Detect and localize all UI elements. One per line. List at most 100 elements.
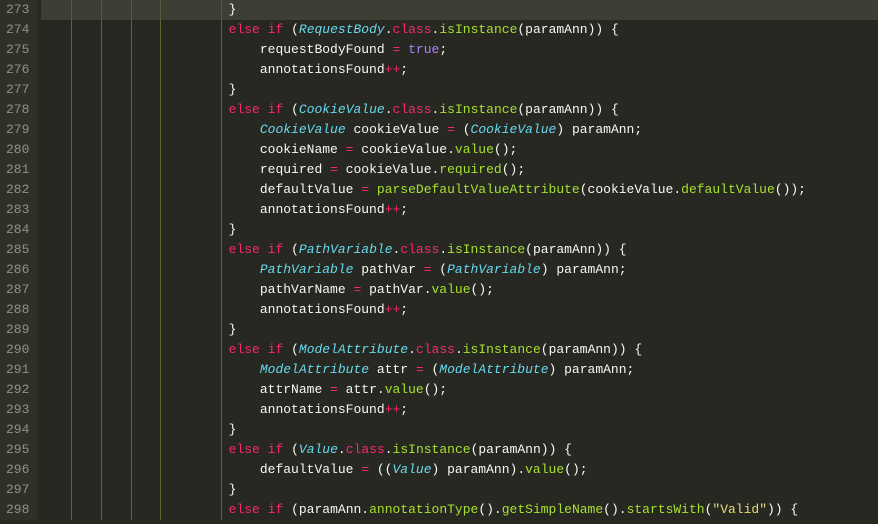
token: defaultValue [260, 462, 361, 477]
token: else [229, 242, 260, 257]
code-line[interactable]: } [41, 420, 878, 440]
code-line[interactable]: } [41, 220, 878, 240]
code-line[interactable]: cookieName = cookieValue.value(); [41, 140, 878, 160]
token: )) { [767, 502, 798, 517]
token: class [393, 22, 432, 37]
line-number: 285 [6, 240, 29, 260]
token: . [385, 442, 393, 457]
token: annotationsFound [260, 402, 385, 417]
line-number: 284 [6, 220, 29, 240]
token: ; [400, 62, 408, 77]
code-area[interactable]: } else if (RequestBody.class.isInstance(… [37, 0, 878, 520]
token: startsWith [627, 502, 705, 517]
token: (). [478, 502, 501, 517]
line-number: 291 [6, 360, 29, 380]
token: } [229, 82, 237, 97]
code-line[interactable]: annotationsFound++; [41, 300, 878, 320]
code-line[interactable]: requestBodyFound = true; [41, 40, 878, 60]
token: RequestBody [299, 22, 385, 37]
token: (); [502, 162, 525, 177]
token: class [393, 102, 432, 117]
token: = [330, 382, 338, 397]
code-line[interactable]: pathVarName = pathVar.value(); [41, 280, 878, 300]
code-line[interactable]: } [41, 0, 878, 20]
token: true [408, 42, 439, 57]
line-number: 286 [6, 260, 29, 280]
token [260, 22, 268, 37]
code-line[interactable]: else if (CookieValue.class.isInstance(pa… [41, 100, 878, 120]
code-line[interactable]: defaultValue = parseDefaultValueAttribut… [41, 180, 878, 200]
line-number: 274 [6, 20, 29, 40]
code-line[interactable]: } [41, 480, 878, 500]
line-number: 287 [6, 280, 29, 300]
token: (); [564, 462, 587, 477]
token: ++ [385, 62, 401, 77]
line-number: 288 [6, 300, 29, 320]
line-number: 277 [6, 80, 29, 100]
token: ) paramAnn; [556, 122, 642, 137]
line-number: 276 [6, 60, 29, 80]
code-line[interactable]: else if (PathVariable.class.isInstance(p… [41, 240, 878, 260]
token: Value [392, 462, 431, 477]
token: value [525, 462, 564, 477]
line-number: 275 [6, 40, 29, 60]
token: annotationType [369, 502, 478, 517]
token: ) paramAnn; [549, 362, 635, 377]
code-line[interactable]: required = cookieValue.required(); [41, 160, 878, 180]
token: (paramAnn)) { [517, 102, 618, 117]
token: ; [400, 302, 408, 317]
line-number: 290 [6, 340, 29, 360]
token: isInstance [439, 102, 517, 117]
line-number: 282 [6, 180, 29, 200]
line-number: 279 [6, 120, 29, 140]
token: pathVar. [361, 282, 431, 297]
token: required [439, 162, 501, 177]
code-editor[interactable]: 2732742752762772782792802812822832842852… [0, 0, 878, 520]
token: "Valid" [712, 502, 767, 517]
token: (paramAnn)) { [471, 442, 572, 457]
code-line[interactable]: attrName = attr.value(); [41, 380, 878, 400]
token [260, 502, 268, 517]
token: ++ [385, 302, 401, 317]
token: CookieValue [299, 102, 385, 117]
token: ModelAttribute [299, 342, 408, 357]
token: if [268, 442, 284, 457]
line-number: 292 [6, 380, 29, 400]
line-number: 295 [6, 440, 29, 460]
line-number: 294 [6, 420, 29, 440]
token: else [229, 22, 260, 37]
code-line[interactable]: } [41, 80, 878, 100]
token: ) paramAnn). [432, 462, 526, 477]
token: else [229, 502, 260, 517]
token: attr. [338, 382, 385, 397]
token: } [229, 422, 237, 437]
token: annotationsFound [260, 202, 385, 217]
token: = [361, 462, 369, 477]
code-line[interactable]: CookieValue cookieValue = (CookieValue) … [41, 120, 878, 140]
code-line[interactable]: annotationsFound++; [41, 60, 878, 80]
token: else [229, 102, 260, 117]
code-line[interactable]: else if (RequestBody.class.isInstance(pa… [41, 20, 878, 40]
code-line[interactable]: annotationsFound++; [41, 200, 878, 220]
code-line[interactable]: annotationsFound++; [41, 400, 878, 420]
token: getSimpleName [502, 502, 603, 517]
token: ( [283, 342, 299, 357]
code-line[interactable]: else if (ModelAttribute.class.isInstance… [41, 340, 878, 360]
token: ( [283, 442, 299, 457]
code-line[interactable]: else if (Value.class.isInstance(paramAnn… [41, 440, 878, 460]
token: (); [471, 282, 494, 297]
token: ; [400, 402, 408, 417]
token [260, 102, 268, 117]
token [260, 242, 268, 257]
token: . [338, 442, 346, 457]
line-number: 289 [6, 320, 29, 340]
token: if [268, 102, 284, 117]
token: (( [369, 462, 392, 477]
code-line[interactable]: ModelAttribute attr = (ModelAttribute) p… [41, 360, 878, 380]
code-line[interactable]: else if (paramAnn.annotationType().getSi… [41, 500, 878, 520]
code-line[interactable]: PathVariable pathVar = (PathVariable) pa… [41, 260, 878, 280]
code-line[interactable]: defaultValue = ((Value) paramAnn).value(… [41, 460, 878, 480]
code-line[interactable]: } [41, 320, 878, 340]
token [369, 182, 377, 197]
token: (paramAnn. [283, 502, 369, 517]
